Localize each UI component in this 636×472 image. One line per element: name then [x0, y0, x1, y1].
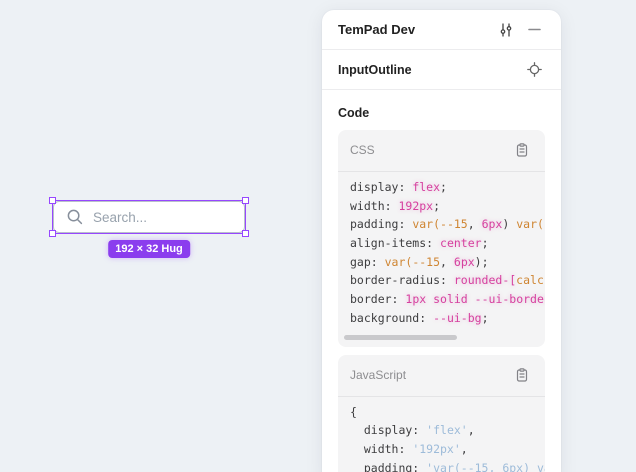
crosshair-target-icon[interactable] — [523, 59, 545, 81]
sliders-icon[interactable] — [495, 19, 517, 41]
selected-component-row: InputOutline — [322, 50, 561, 90]
javascript-block-title: JavaScript — [350, 368, 511, 382]
javascript-block-header: JavaScript — [338, 355, 545, 397]
search-input-component[interactable]: Search... — [53, 201, 245, 233]
clipboard-copy-icon[interactable] — [511, 139, 533, 161]
panel-content: Code CSS display: flex;width: 192px;padd… — [322, 106, 561, 472]
javascript-code-block: JavaScript { display: 'flex', width: '19… — [338, 355, 545, 472]
minimize-icon[interactable] — [523, 19, 545, 41]
size-badge: 192 × 32 Hug — [108, 240, 190, 258]
panel-header: TemPad Dev — [322, 10, 561, 50]
component-name: InputOutline — [338, 63, 523, 77]
magnifier-search-icon — [66, 208, 84, 226]
tempad-dev-panel: TemPad Dev InputOutline Code — [322, 10, 561, 472]
css-block-header: CSS — [338, 130, 545, 172]
search-placeholder-text: Search... — [93, 210, 147, 225]
css-code-block: CSS display: flex;width: 192px;padding: … — [338, 130, 545, 347]
css-code: display: flex;width: 192px;padding: var(… — [338, 172, 545, 330]
clipboard-copy-icon[interactable] — [511, 364, 533, 386]
panel-title: TemPad Dev — [338, 22, 495, 37]
code-section-title: Code — [338, 106, 545, 120]
css-block-title: CSS — [350, 143, 511, 157]
horizontal-scrollbar-thumb[interactable] — [344, 335, 457, 340]
javascript-code: { display: 'flex', width: '192px', paddi… — [338, 397, 545, 472]
